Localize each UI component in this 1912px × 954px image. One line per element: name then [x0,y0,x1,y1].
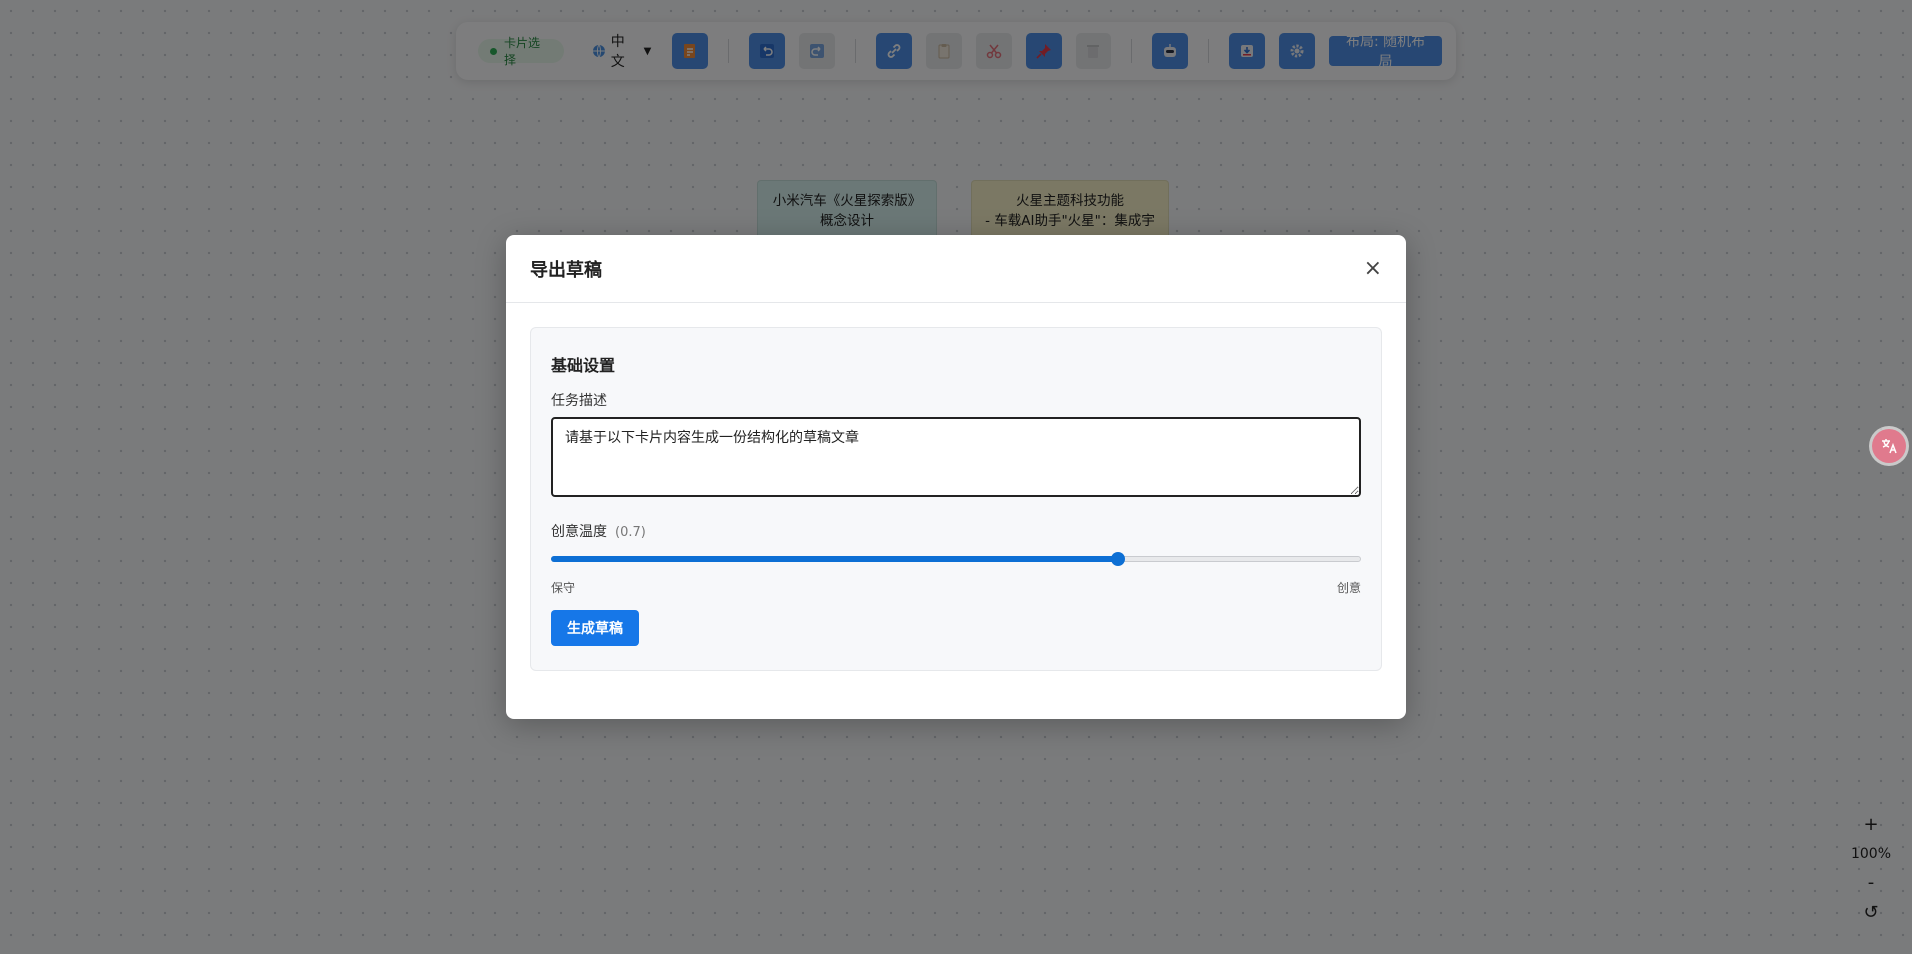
dialog-header: 导出草稿 × [506,235,1406,303]
slider-thumb[interactable] [1111,552,1125,566]
close-icon[interactable]: × [1364,257,1382,280]
temperature-label: 创意温度 [551,524,607,540]
task-description-label: 任务描述 [551,393,607,409]
export-draft-dialog: 导出草稿 × 基础设置 任务描述 创意温度 (0.7) 保守 创意 生成草稿 [506,235,1406,719]
generate-draft-button[interactable]: 生成草稿 [551,610,639,646]
slider-min-label: 保守 [551,581,576,595]
temperature-value: (0.7) [615,525,646,540]
dialog-title: 导出草稿 [530,259,602,281]
slider-fill [551,556,1118,562]
temperature-slider[interactable] [551,549,1361,569]
temperature-label-row: 创意温度 (0.7) [551,521,1361,541]
translate-icon [1882,439,1897,454]
task-description-input[interactable] [551,417,1361,497]
section-title: 基础设置 [551,356,616,375]
slider-max-label: 创意 [1336,581,1361,595]
basic-settings-section: 基础设置 任务描述 创意温度 (0.7) 保守 创意 生成草稿 [530,327,1382,671]
slider-range-labels: 保守 创意 [551,579,1361,596]
translate-button[interactable] [1872,429,1906,463]
